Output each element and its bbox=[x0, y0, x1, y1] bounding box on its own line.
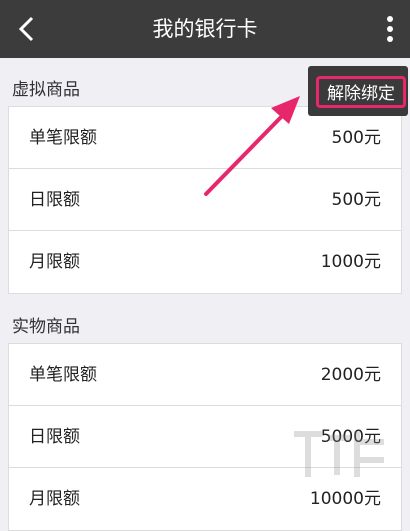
limit-label: 单笔限额 bbox=[29, 128, 97, 148]
limit-value: 500元 bbox=[331, 190, 381, 210]
limit-value: 2000元 bbox=[320, 365, 381, 385]
list-item: 日限额 5000元 bbox=[9, 406, 401, 468]
vertical-ellipsis-icon bbox=[387, 16, 393, 42]
list-item: 单笔限额 500元 bbox=[9, 107, 401, 169]
list-item: 月限额 10000元 bbox=[9, 468, 401, 530]
limit-label: 单笔限额 bbox=[29, 365, 97, 385]
section-title-virtual-goods: 虚拟商品 bbox=[12, 80, 80, 100]
top-bar: 我的银行卡 bbox=[0, 0, 410, 58]
limit-value: 10000元 bbox=[309, 489, 381, 509]
unbind-card-menu-item[interactable]: 解除绑定 bbox=[316, 76, 406, 108]
list-item: 日限额 500元 bbox=[9, 169, 401, 231]
limits-card-physical-goods: 单笔限额 2000元 日限额 5000元 月限额 10000元 bbox=[8, 343, 402, 531]
limit-label: 月限额 bbox=[29, 252, 80, 272]
limit-label: 月限额 bbox=[29, 489, 80, 509]
limit-value: 5000元 bbox=[320, 427, 381, 447]
limit-label: 日限额 bbox=[29, 427, 80, 447]
list-item: 单笔限额 2000元 bbox=[9, 344, 401, 406]
page-title: 我的银行卡 bbox=[152, 17, 258, 41]
more-options-button[interactable] bbox=[378, 10, 402, 48]
limit-label: 日限额 bbox=[29, 190, 80, 210]
limit-value: 500元 bbox=[331, 128, 381, 148]
section-title-physical-goods: 实物商品 bbox=[12, 317, 80, 337]
overflow-menu: 解除绑定 bbox=[308, 66, 408, 116]
limit-value: 1000元 bbox=[320, 252, 381, 272]
list-item: 月限额 1000元 bbox=[9, 231, 401, 293]
limits-card-virtual-goods: 单笔限额 500元 日限额 500元 月限额 1000元 bbox=[8, 106, 402, 294]
